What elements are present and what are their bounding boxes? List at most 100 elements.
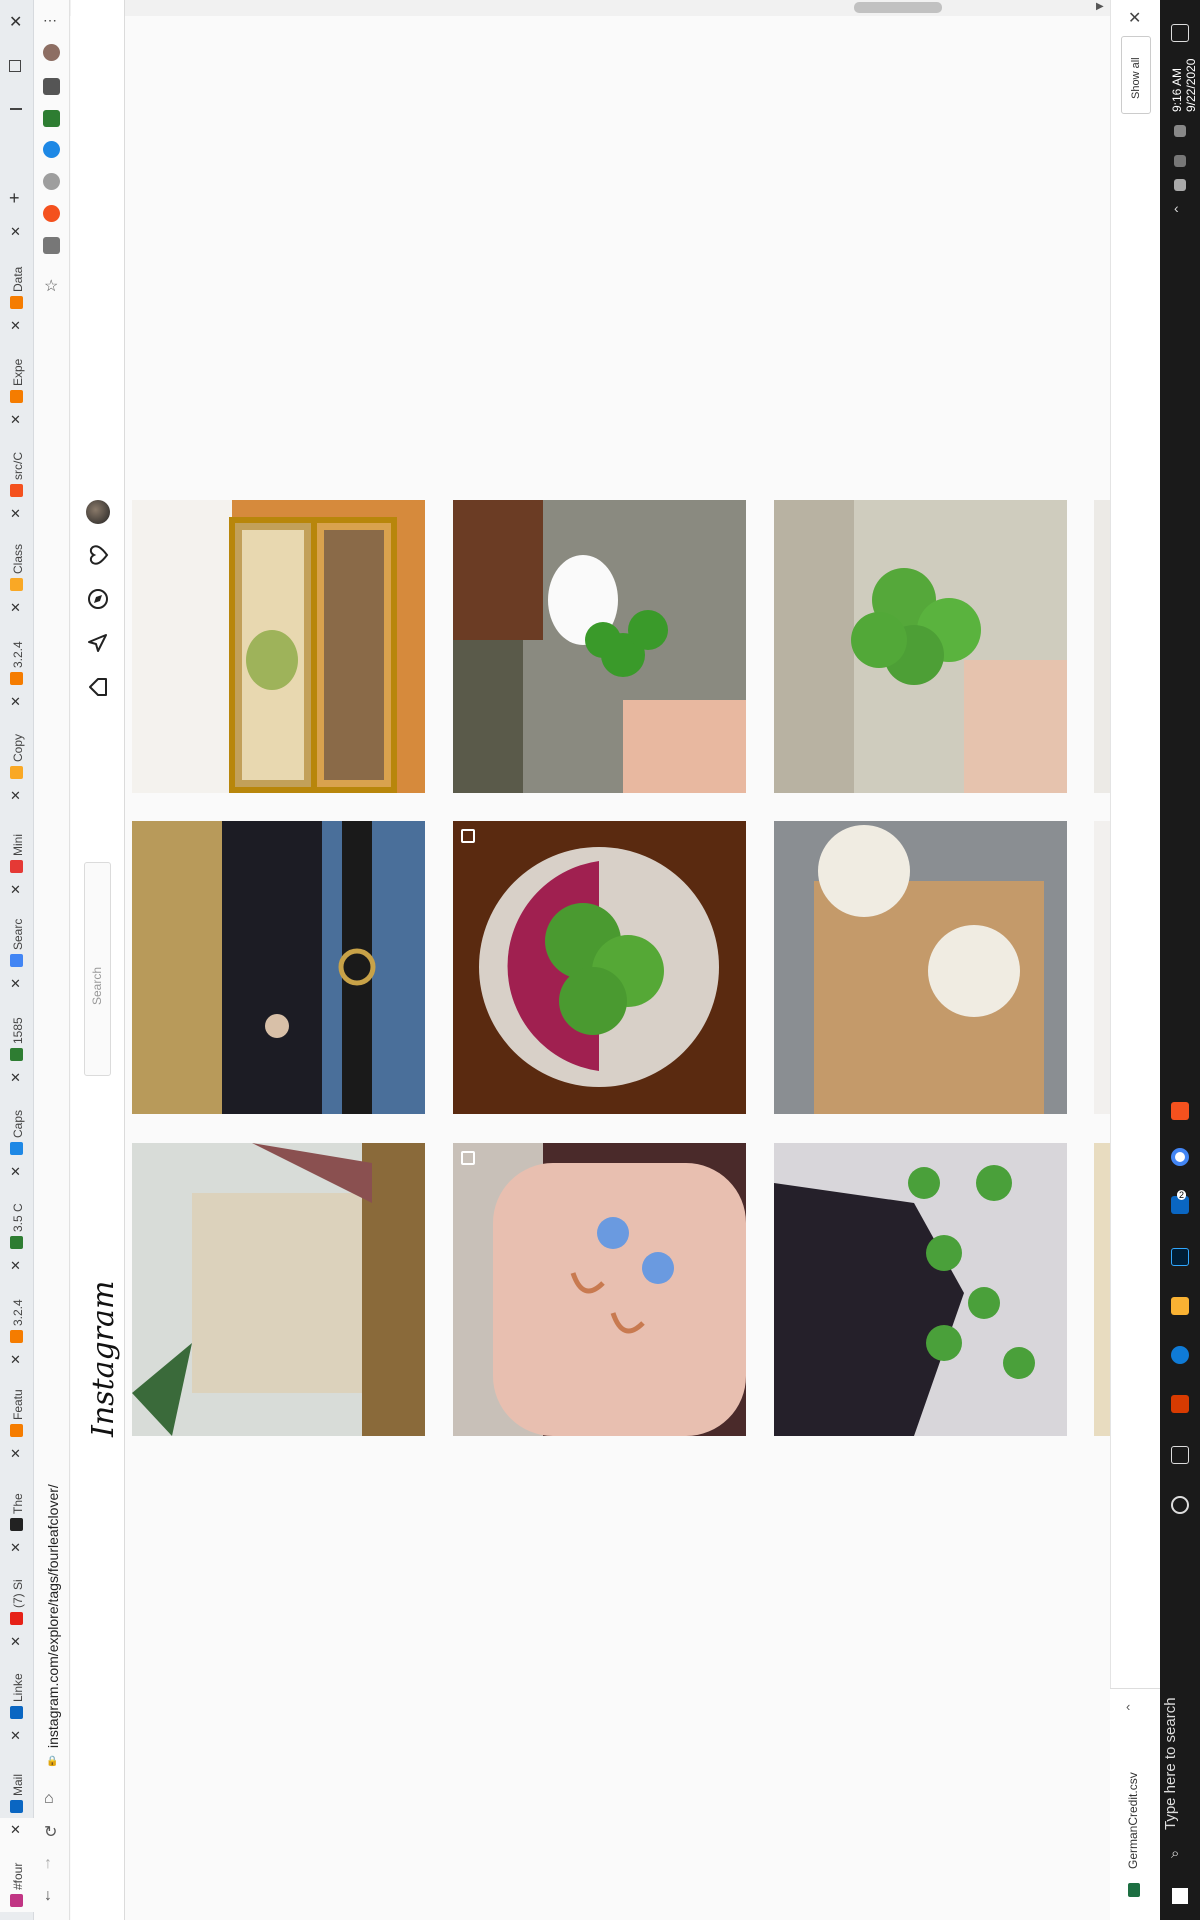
close-tab-icon[interactable]: ✕	[10, 1258, 21, 1274]
network-icon[interactable]	[1174, 125, 1186, 137]
extension-icon[interactable]	[43, 205, 60, 222]
browser-tab[interactable]: ✕ Searc	[0, 878, 34, 972]
browser-tab[interactable]: ✕ 3.5 C	[0, 1160, 34, 1254]
post-thumbnail-partial[interactable]	[1094, 821, 1110, 1114]
close-tab-icon[interactable]: ✕	[10, 882, 21, 898]
close-tab-icon[interactable]: ✕	[10, 506, 21, 522]
reload-icon[interactable]: ↻	[44, 1822, 57, 1842]
close-tab-icon[interactable]: ✕	[10, 1070, 21, 1086]
post-thumbnail[interactable]	[132, 500, 425, 793]
browser-tab[interactable]: ✕ Mail	[0, 1724, 34, 1818]
close-tab-icon[interactable]: ✕	[10, 600, 21, 616]
show-all-button[interactable]: Show all	[1121, 36, 1151, 114]
file-explorer-icon[interactable]	[1171, 1297, 1189, 1315]
profile-avatar[interactable]	[86, 500, 110, 524]
close-tab-icon[interactable]: ✕	[10, 318, 21, 334]
new-tab-button[interactable]: +	[9, 188, 20, 209]
direct-send-icon[interactable]	[86, 631, 110, 655]
explore-compass-icon[interactable]	[86, 587, 110, 611]
browser-tab[interactable]: ✕ Class	[0, 502, 34, 596]
notification-icon[interactable]	[1171, 24, 1189, 42]
post-thumbnail[interactable]	[774, 500, 1067, 793]
post-thumbnail[interactable]	[132, 821, 425, 1114]
extensions-icon[interactable]	[43, 78, 60, 95]
post-thumbnail[interactable]	[774, 821, 1067, 1114]
extension-icon[interactable]	[43, 173, 60, 190]
cortana-icon[interactable]	[1171, 1496, 1189, 1514]
start-windows-icon[interactable]	[1172, 1888, 1188, 1904]
post-thumbnail[interactable]	[774, 1143, 1067, 1436]
close-tab-icon[interactable]: ✕	[10, 694, 21, 710]
close-downloads-icon[interactable]: ✕	[1128, 8, 1141, 28]
home-icon[interactable]	[86, 675, 110, 699]
close-tab-icon[interactable]: ✕	[10, 1164, 21, 1180]
task-view-icon[interactable]	[1171, 1446, 1189, 1464]
browser-tab[interactable]: ✕ Copy	[0, 690, 34, 784]
browser-tab[interactable]: ✕ Data	[0, 220, 34, 314]
browser-tab[interactable]: ✕ Linke	[0, 1630, 34, 1724]
browser-tab[interactable]: ✕ src/C	[0, 408, 34, 502]
close-tab-icon[interactable]: ✕	[10, 1446, 21, 1462]
download-item[interactable]: ‹ GermanCredit.csv	[1110, 1688, 1160, 1920]
tab-favicon	[10, 296, 23, 309]
browser-tab[interactable]: ✕ 1585	[0, 972, 34, 1066]
clock-date[interactable]: 9/22/2020	[1184, 59, 1198, 112]
cloud-icon[interactable]	[1174, 179, 1186, 191]
clock-time[interactable]: 9:16 AM	[1170, 68, 1184, 112]
post-thumbnail-partial[interactable]	[1094, 1143, 1110, 1436]
close-tab-icon[interactable]: ✕	[10, 1352, 21, 1368]
search-input[interactable]: Search	[84, 862, 111, 1076]
close-tab-icon[interactable]: ✕	[10, 976, 21, 992]
menu-dots-icon[interactable]: ⋯	[43, 12, 57, 29]
office-app-icon[interactable]	[1171, 1395, 1189, 1413]
close-tab-icon[interactable]: ✕	[10, 1822, 21, 1838]
minimize-icon[interactable]	[10, 108, 22, 110]
bookmark-star-icon[interactable]: ☆	[44, 276, 58, 296]
address-bar[interactable]: instagram.com/explore/tags/fourleafclove…	[45, 1484, 61, 1748]
search-icon[interactable]: ⌕	[1171, 1845, 1179, 1862]
forward-icon[interactable]: ↑	[44, 1855, 52, 1873]
heart-icon[interactable]	[86, 543, 110, 567]
close-tab-icon[interactable]: ✕	[10, 1634, 21, 1650]
browser-tab[interactable]: ✕ Expe	[0, 314, 34, 408]
back-icon[interactable]: ↓	[44, 1887, 52, 1905]
outlook-app-icon[interactable]: 2	[1171, 1190, 1189, 1214]
extension-icon[interactable]	[43, 237, 60, 254]
extension-icon[interactable]	[43, 141, 60, 158]
jupyter-app-icon[interactable]	[1171, 1102, 1189, 1120]
photoshop-app-icon[interactable]	[1171, 1248, 1189, 1266]
close-tab-icon[interactable]: ✕	[10, 1728, 21, 1744]
browser-tab[interactable]: ✕ #four	[0, 1818, 34, 1912]
post-thumbnail[interactable]	[453, 1143, 746, 1436]
browser-tab[interactable]: ✕ 3.2.4	[0, 596, 34, 690]
scroll-right-icon[interactable]: ▶	[1096, 1, 1104, 12]
dropbox-icon[interactable]	[1174, 155, 1186, 167]
taskbar-search-input[interactable]: Type here to search	[1162, 1697, 1179, 1830]
browser-tab[interactable]: ✕ Mini	[0, 784, 34, 878]
browser-tab[interactable]: ✕ Featu	[0, 1348, 34, 1442]
show-hidden-icons[interactable]: ‹	[1174, 200, 1179, 216]
profile-avatar[interactable]	[43, 44, 60, 61]
post-thumbnail[interactable]	[132, 1143, 425, 1436]
home-icon[interactable]: ⌂	[44, 1790, 54, 1808]
instagram-logo[interactable]: Instagram	[86, 1281, 121, 1437]
extension-icon[interactable]	[43, 110, 60, 127]
post-thumbnail-partial[interactable]	[1094, 500, 1110, 793]
post-thumbnail[interactable]	[453, 821, 746, 1114]
browser-tab[interactable]: ✕ The	[0, 1442, 34, 1536]
close-window-icon[interactable]: ✕	[9, 12, 22, 32]
edge-app-icon[interactable]	[1171, 1346, 1189, 1364]
close-tab-icon[interactable]: ✕	[10, 412, 21, 428]
close-tab-icon[interactable]: ✕	[10, 788, 21, 804]
browser-tab[interactable]: ✕ (7) Si	[0, 1536, 34, 1630]
chrome-app-icon[interactable]	[1171, 1148, 1189, 1166]
close-tab-icon[interactable]: ✕	[10, 1540, 21, 1556]
post-thumbnail[interactable]	[453, 500, 746, 793]
browser-tab[interactable]: ✕ Caps	[0, 1066, 34, 1160]
close-tab-icon[interactable]: ✕	[10, 224, 21, 240]
horizontal-scrollbar[interactable]: ◀ ▶	[70, 0, 1110, 16]
restore-icon[interactable]	[9, 60, 21, 72]
scrollbar-thumb[interactable]	[854, 2, 942, 13]
chevron-icon[interactable]: ‹	[1126, 1699, 1130, 1714]
browser-tab[interactable]: ✕ 3.2.4	[0, 1254, 34, 1348]
